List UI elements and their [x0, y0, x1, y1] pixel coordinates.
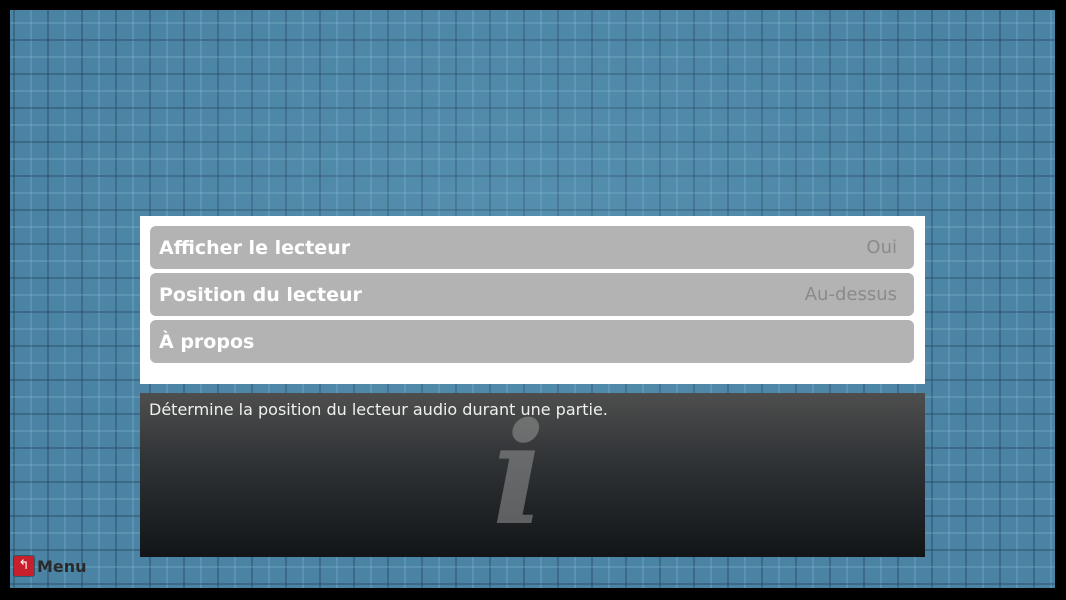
back-to-menu-button[interactable]: ↰ Menu	[14, 556, 87, 576]
back-arrow-icon: ↰	[14, 556, 34, 576]
menu-item-value: Au-dessus	[804, 284, 897, 305]
menu-item-label: Position du lecteur	[159, 283, 362, 306]
menu-hint-label: Menu	[37, 556, 87, 576]
menu-item-label: Afficher le lecteur	[159, 236, 351, 259]
game-screen: Afficher le lecteur Oui Position du lect…	[10, 10, 1055, 588]
menu-item-about[interactable]: À propos	[150, 320, 914, 363]
description-panel: Détermine la position du lecteur audio d…	[140, 393, 925, 557]
info-icon: i	[492, 393, 546, 557]
menu-item-value: Oui	[866, 237, 897, 258]
menu-item-label: À propos	[159, 330, 255, 353]
menu-item-player-position[interactable]: Position du lecteur Au-dessus	[150, 273, 914, 316]
options-menu: Afficher le lecteur Oui Position du lect…	[140, 216, 925, 384]
menu-item-show-player[interactable]: Afficher le lecteur Oui	[150, 226, 914, 269]
